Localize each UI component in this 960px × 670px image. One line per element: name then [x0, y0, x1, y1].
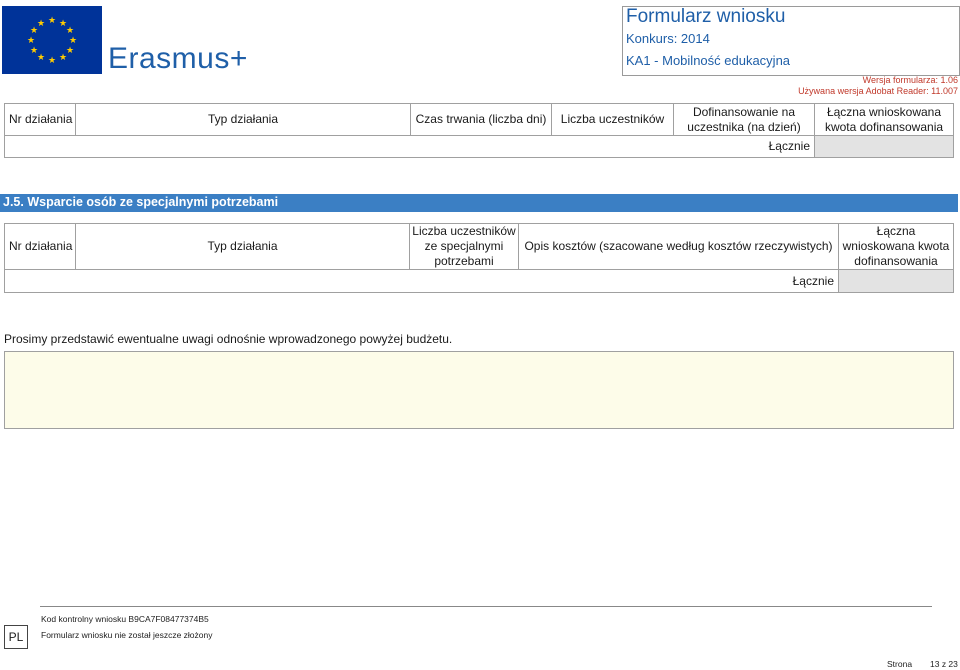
col-czas-trwania: Czas trwania (liczba dni) — [410, 103, 552, 136]
total-label: Łącznie — [4, 269, 839, 293]
form-title: Formularz wniosku — [626, 6, 786, 27]
language-badge: PL — [4, 625, 28, 649]
svg-text:★: ★ — [48, 56, 56, 66]
erasmus-brand: Erasmus+ — [108, 42, 248, 75]
submission-status: Formularz wniosku nie został jeszcze zło… — [41, 630, 213, 640]
action-label: KA1 - Mobilność edukacyjna — [626, 53, 791, 68]
col-typ-dzialania: Typ działania — [75, 103, 411, 136]
svg-text:★: ★ — [66, 26, 74, 36]
reader-version: Używana wersja Adobat Reader: 11.007 — [798, 86, 958, 96]
section-title: J.5. Wsparcie osób ze specjalnymi potrze… — [3, 195, 279, 209]
col-opis-kosztow: Opis kosztów (szacowane według kosztów r… — [518, 223, 839, 270]
svg-text:★: ★ — [66, 46, 74, 56]
col-nr-dzialania: Nr działania — [4, 103, 76, 136]
notes-textarea[interactable] — [4, 351, 954, 429]
col-laczna-kwota: Łączna wnioskowana kwota dofinansowania — [838, 223, 954, 270]
page-label: Strona — [887, 659, 913, 669]
svg-text:★: ★ — [59, 53, 67, 63]
control-code-label: Kod kontrolny wniosku — [41, 614, 127, 624]
footer-divider — [40, 606, 932, 607]
total-value-field — [814, 135, 954, 158]
svg-text:★: ★ — [37, 19, 45, 29]
total-value-field — [838, 269, 954, 293]
konkurs-label: Konkurs: 2014 — [626, 31, 710, 46]
notes-prompt: Prosimy przedstawić ewentualne uwagi odn… — [4, 332, 453, 346]
control-code-value: B9CA7F08477374B5 — [128, 614, 209, 624]
control-code-line: Kod kontrolny wniosku B9CA7F08477374B5 — [41, 614, 209, 624]
svg-text:★: ★ — [30, 46, 38, 56]
svg-text:★: ★ — [37, 53, 45, 63]
col-typ-dzialania: Typ działania — [75, 223, 410, 270]
col-dofinansowanie: Dofinansowanie na uczestnika (na dzień) — [673, 103, 815, 136]
col-liczba-uczestnikow: Liczba uczestników — [551, 103, 674, 136]
col-liczba-specjalne: Liczba uczestników ze specjalnymi potrze… — [409, 223, 519, 270]
eu-flag-logo: ★ ★ ★ ★ ★ ★ ★ ★ ★ ★ ★ ★ — [2, 6, 102, 74]
col-laczna-kwota: Łączna wnioskowana kwota dofinansowania — [814, 103, 954, 136]
page-number: 13 z 23 — [930, 659, 958, 669]
svg-text:★: ★ — [69, 36, 77, 46]
form-version: Wersja formularza: 1.06 — [862, 75, 958, 85]
total-label: Łącznie — [4, 135, 815, 158]
svg-text:★: ★ — [27, 36, 35, 46]
col-nr-dzialania: Nr działania — [4, 223, 76, 270]
svg-text:★: ★ — [48, 16, 56, 26]
